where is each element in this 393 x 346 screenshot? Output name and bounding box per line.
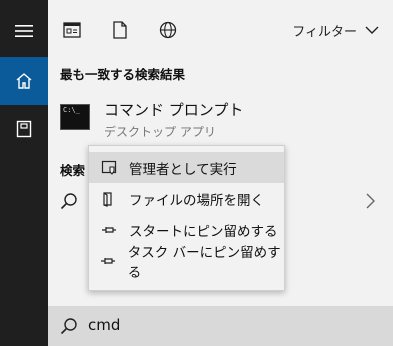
left-rail	[0, 0, 48, 346]
home-icon	[16, 73, 32, 89]
menu-item-pin-to-taskbar[interactable]: タスク バーにピン留めする	[89, 245, 284, 281]
tab-apps[interactable]	[60, 18, 84, 42]
filter-dropdown[interactable]: フィルター	[292, 19, 379, 41]
hamburger-button[interactable]	[0, 8, 48, 54]
pin-icon	[99, 220, 119, 240]
context-menu: 管理者として実行 ファイルの場所を開く スタートにピン留めする タスク バーにピ…	[88, 145, 285, 291]
pin-icon	[99, 251, 118, 271]
search-box[interactable]: cmd	[48, 306, 393, 346]
search-icon	[60, 193, 77, 210]
menu-item-label: ファイルの場所を開く	[129, 192, 264, 209]
menu-item-open-file-location[interactable]: ファイルの場所を開く	[89, 183, 284, 214]
tab-documents[interactable]	[108, 18, 132, 42]
menu-item-run-as-admin[interactable]: 管理者として実行	[89, 152, 284, 183]
globe-icon	[159, 21, 177, 39]
file-icon	[113, 21, 127, 39]
apps-icon	[63, 22, 81, 38]
best-match-heading: 最も一致する検索結果	[60, 67, 186, 82]
menu-item-label: スタートにピン留めする	[129, 223, 278, 240]
menu-item-label: 管理者として実行	[129, 161, 237, 178]
shield-run-icon	[99, 158, 119, 178]
documents-button[interactable]	[0, 105, 48, 153]
home-button[interactable]	[0, 57, 48, 105]
chevron-down-icon	[365, 26, 379, 34]
hamburger-icon	[15, 25, 33, 37]
app-name: コマンド プロンプト	[104, 101, 244, 119]
folder-open-icon	[99, 189, 119, 209]
web-search-heading: 検索	[60, 163, 86, 178]
filter-label: フィルター	[292, 24, 357, 40]
search-icon	[60, 318, 77, 335]
filter-tabbar: フィルター	[48, 0, 393, 60]
chevron-right-icon	[366, 193, 375, 209]
best-match-result[interactable]: C:\_ コマンド プロンプト デスクトップ アプリ	[48, 92, 393, 144]
tab-web[interactable]	[156, 18, 180, 42]
menu-item-label: タスク バーにピン留めする	[127, 244, 281, 281]
app-type: デスクトップ アプリ	[104, 125, 216, 139]
document-icon	[16, 120, 32, 138]
command-prompt-icon: C:\_	[60, 104, 90, 130]
search-query[interactable]: cmd	[88, 316, 120, 334]
